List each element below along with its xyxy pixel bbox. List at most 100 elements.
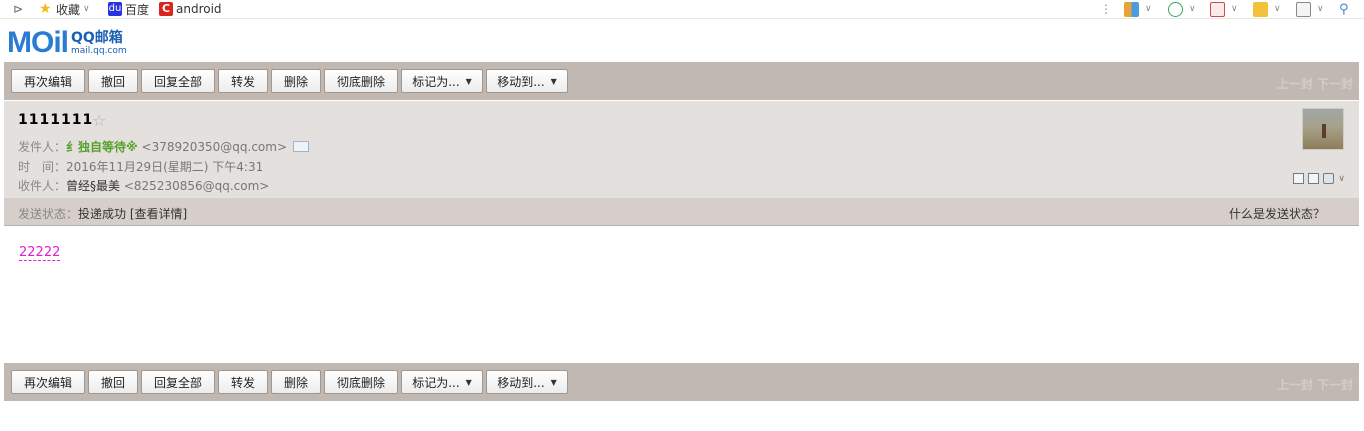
prev-next-pager[interactable]: 上一封 下一封 xyxy=(1277,75,1353,92)
sender-name[interactable]: 纟独自等待※ xyxy=(66,140,138,154)
yuan-coin-icon xyxy=(1168,1,1183,17)
time-value: 2016年11月29日(星期二) 下午4:31 xyxy=(66,160,264,174)
mark-as-dropdown[interactable]: 标记为... ▼ xyxy=(401,69,483,93)
button-label: 转发 xyxy=(230,375,255,390)
reply-all-button[interactable]: 回复全部 xyxy=(141,370,215,394)
re-edit-button[interactable]: 再次编辑 xyxy=(11,69,85,93)
button-label: 撤回 xyxy=(100,375,125,390)
move-to-dropdown[interactable]: 移动到... ▼ xyxy=(486,370,568,394)
recall-button[interactable]: 撤回 xyxy=(88,370,138,394)
translate-extension[interactable]: ∨ xyxy=(1210,0,1238,18)
recipient-name[interactable]: 曾经§最美 xyxy=(66,179,120,193)
delivery-status-bar: 发送状态：投递成功 [查看详情] 什么是发送状态？ xyxy=(4,198,1359,226)
mail-body: 22222 xyxy=(19,245,61,261)
time-label: 时 间： xyxy=(18,160,67,174)
screenshot-icon xyxy=(1296,1,1311,17)
c-logo-icon: C xyxy=(159,2,173,16)
bookmark-favorites[interactable]: ★ 收藏 ∨ xyxy=(39,0,90,18)
screenshot-extension[interactable]: ∨ xyxy=(1296,0,1324,18)
button-label: 彻底删除 xyxy=(336,375,385,390)
prev-next-pager[interactable]: 上一封 下一封 xyxy=(1277,376,1353,393)
recall-button[interactable]: 撤回 xyxy=(88,69,138,93)
more-menu-icon[interactable]: ⋮ xyxy=(1100,0,1112,18)
apps-grid-icon xyxy=(1124,1,1139,17)
game-extension[interactable]: ∨ xyxy=(1253,0,1281,18)
save-icon[interactable] xyxy=(1308,173,1320,184)
status-label: 发送状态： xyxy=(18,207,79,221)
dropdown-arrow-icon: ▼ xyxy=(550,377,557,387)
recipient-email: <825230856@qq.com> xyxy=(123,179,270,193)
mail-tools: ∨ xyxy=(1289,173,1345,184)
translate-icon xyxy=(1210,1,1225,17)
star-icon[interactable]: ☆ xyxy=(92,111,106,130)
dropdown-arrow-icon: ▼ xyxy=(550,76,557,86)
chevron-down-icon: ∨ xyxy=(1145,4,1152,14)
logo-url: mail.qq.com xyxy=(71,45,127,56)
chevron-down-icon: ∨ xyxy=(1231,4,1238,14)
chevron-down-icon: ∨ xyxy=(1189,4,1196,14)
time-row: 时 间：2016年11月29日(星期二) 下午4:31 xyxy=(18,158,263,175)
sender-label: 发件人： xyxy=(18,140,67,154)
mail-subject: 1111111 xyxy=(18,112,94,128)
delete-button[interactable]: 删除 xyxy=(271,370,321,394)
re-edit-button[interactable]: 再次编辑 xyxy=(11,370,85,394)
button-label: 标记为... xyxy=(412,375,460,390)
delete-permanently-button[interactable]: 彻底删除 xyxy=(324,370,398,394)
bookmark-bar: ⊳ ★ 收藏 ∨ du 百度 C android ⋮ ∨ ∨ ∨ ∨ ∨ ⚲ xyxy=(0,0,1364,19)
forward-button[interactable]: 转发 xyxy=(218,370,268,394)
button-label: 再次编辑 xyxy=(23,74,72,89)
bookmark-label: 百度 xyxy=(125,2,150,17)
star-icon: ★ xyxy=(39,1,52,17)
bookmark-label: android xyxy=(176,2,222,16)
bookmark-baidu[interactable]: du 百度 xyxy=(108,0,149,18)
search-icon[interactable]: ⚲ xyxy=(1339,0,1349,18)
chevron-down-icon: ∨ xyxy=(1274,4,1281,14)
print-icon[interactable] xyxy=(1323,173,1335,184)
button-label: 再次编辑 xyxy=(23,375,72,390)
button-label: 移动到... xyxy=(497,74,545,89)
button-label: 移动到... xyxy=(497,375,545,390)
avatar[interactable] xyxy=(1302,108,1344,150)
recipient-row: 收件人：曾经§最美 <825230856@qq.com> xyxy=(18,177,269,194)
top-toolbar: 再次编辑 撤回 回复全部 转发 删除 彻底删除 标记为... ▼ 移动到... ▼ … xyxy=(4,62,1359,100)
delete-permanently-button[interactable]: 彻底删除 xyxy=(324,69,398,93)
button-label: 回复全部 xyxy=(153,74,202,89)
qq-mail-logo[interactable]: MOil QQ邮箱 mail.qq.com xyxy=(7,27,127,59)
button-label: 回复全部 xyxy=(153,375,202,390)
baidu-paw-icon: du xyxy=(108,2,122,16)
mark-as-dropdown[interactable]: 标记为... ▼ xyxy=(401,370,483,394)
button-label: 转发 xyxy=(230,74,255,89)
chevron-down-icon: ∨ xyxy=(83,4,90,14)
move-to-dropdown[interactable]: 移动到... ▼ xyxy=(486,69,568,93)
bookmark-android[interactable]: C android xyxy=(159,0,222,18)
status-value: 投递成功 xyxy=(78,207,127,221)
chevron-down-icon[interactable]: ∨ xyxy=(1338,174,1345,184)
button-label: 删除 xyxy=(283,375,308,390)
sender-row: 发件人：纟独自等待※ <378920350@qq.com> xyxy=(18,138,310,155)
sidebar-toggle-icon[interactable]: ⊳ xyxy=(13,0,23,18)
avatar-figure xyxy=(1322,124,1326,138)
wallet-extension[interactable]: ∨ xyxy=(1168,0,1196,18)
button-label: 彻底删除 xyxy=(336,74,385,89)
game-icon xyxy=(1253,1,1268,17)
dropdown-arrow-icon: ▼ xyxy=(465,76,472,86)
button-label: 撤回 xyxy=(100,74,125,89)
button-label: 删除 xyxy=(283,74,308,89)
mail-header: 1111111 ☆ 发件人：纟独自等待※ <378920350@qq.com> … xyxy=(4,101,1359,198)
reply-all-button[interactable]: 回复全部 xyxy=(141,69,215,93)
status-detail-link[interactable]: [查看详情] xyxy=(130,207,187,221)
delete-button[interactable]: 删除 xyxy=(271,69,321,93)
note-icon[interactable] xyxy=(1293,173,1305,184)
recipient-label: 收件人： xyxy=(18,179,67,193)
logo-wordmark: MOil xyxy=(7,26,69,59)
forward-button[interactable]: 转发 xyxy=(218,69,268,93)
logo-side: QQ邮箱 mail.qq.com xyxy=(71,29,127,56)
status-info: 发送状态：投递成功 [查看详情] xyxy=(18,205,187,222)
status-help-link[interactable]: 什么是发送状态？ xyxy=(1229,205,1325,222)
apps-extension[interactable]: ∨ xyxy=(1124,0,1152,18)
bottom-toolbar: 再次编辑 撤回 回复全部 转发 删除 彻底删除 标记为... ▼ 移动到... ▼ … xyxy=(4,363,1359,401)
contact-card-icon[interactable] xyxy=(293,141,310,152)
bookmark-label: 收藏 xyxy=(56,2,81,17)
logo-brand: QQ邮箱 xyxy=(71,29,123,46)
button-label: 标记为... xyxy=(412,74,460,89)
